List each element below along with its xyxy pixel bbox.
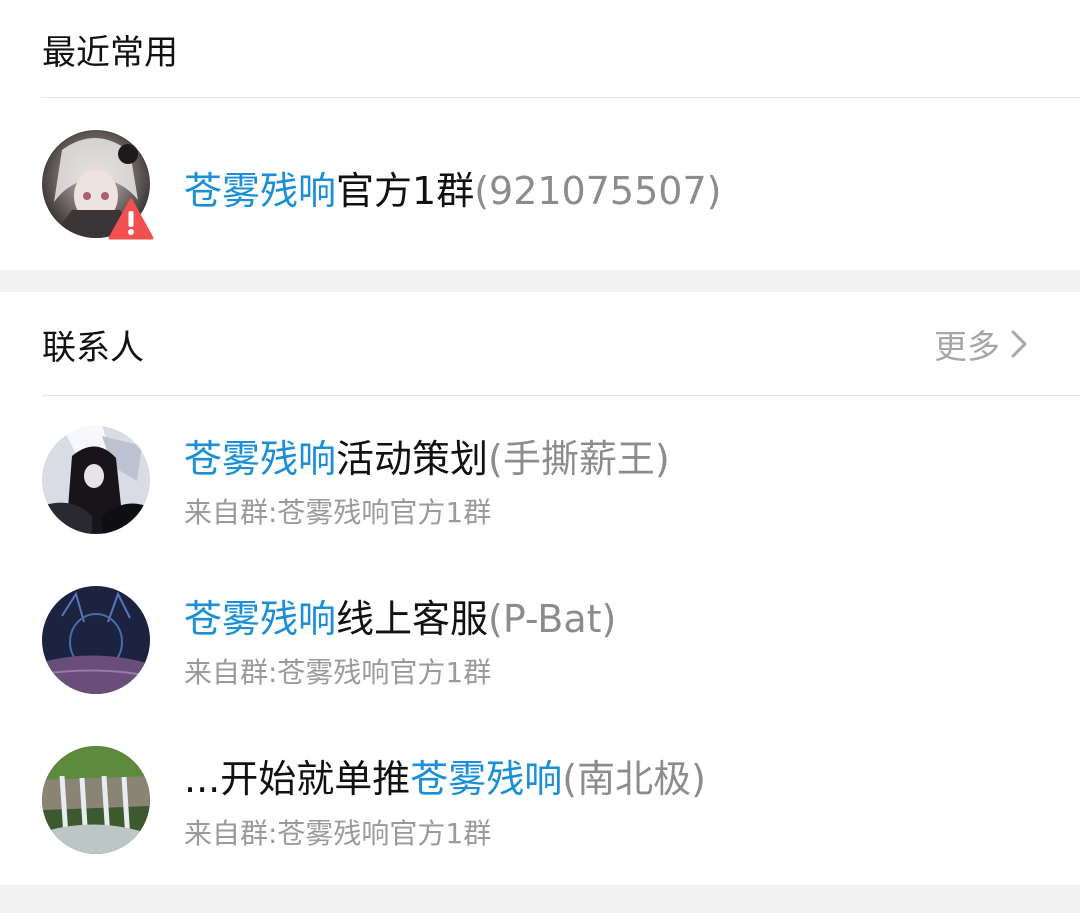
more-button[interactable]: 更多 [934, 320, 1028, 368]
warning-icon [108, 198, 154, 240]
contact-nickname: (南北极) [562, 757, 706, 801]
name-rest: 官方1群 [336, 169, 475, 213]
recent-title: 最近常用 [42, 32, 178, 73]
contact-source: 来自群:苍雾残响官方1群 [184, 817, 492, 850]
name-highlight: 苍雾残响 [184, 597, 337, 641]
contact-name: 苍雾残响线上客服(P-Bat) [184, 588, 616, 643]
section-divider [0, 270, 1080, 292]
contact-source: 来自群:苍雾残响官方1群 [184, 496, 492, 529]
recent-header: 最近常用 [0, 0, 1080, 98]
contact-avatar [42, 586, 150, 694]
group-avatar [42, 130, 154, 240]
contact-item[interactable]: ...开始就单推苍雾残响(南北极) 来自群:苍雾残响官方1群 [0, 720, 1080, 885]
name-rest: 活动策划 [336, 437, 489, 481]
contact-name: ...开始就单推苍雾残响(南北极) [184, 748, 706, 803]
group-id: (921075507) [474, 169, 722, 213]
contact-nickname: (手撕薪王) [488, 437, 670, 481]
contact-avatar [42, 426, 150, 534]
contact-name: 苍雾残响活动策划(手撕薪王) [184, 428, 670, 483]
contacts-title: 联系人 [42, 327, 144, 368]
contacts-section: 联系人 更多 苍雾残响活动策划(手撕薪王) 来自群:苍雾残响官方1群 苍雾残响线… [0, 292, 1080, 885]
name-rest: 线上客服 [336, 597, 489, 641]
contacts-header: 联系人 更多 [0, 292, 1080, 396]
chevron-right-icon [1011, 330, 1027, 358]
recent-section: 最近常用 苍雾残响官方1群(921075507) [0, 0, 1080, 270]
recent-group-item[interactable]: 苍雾残响官方1群(921075507) [0, 98, 1080, 270]
more-label: 更多 [934, 327, 1000, 366]
group-name: 苍雾残响官方1群(921075507) [184, 160, 721, 215]
contact-item[interactable]: 苍雾残响线上客服(P-Bat) 来自群:苍雾残响官方1群 [0, 558, 1080, 720]
name-highlight: 苍雾残响 [184, 169, 337, 213]
name-highlight: 苍雾残响 [410, 757, 563, 801]
contact-source: 来自群:苍雾残响官方1群 [184, 656, 492, 689]
contact-nickname: (P-Bat) [488, 597, 617, 641]
name-prefix: ...开始就单推 [184, 757, 411, 801]
contact-item[interactable]: 苍雾残响活动策划(手撕薪王) 来自群:苍雾残响官方1群 [0, 396, 1080, 558]
name-highlight: 苍雾残响 [184, 437, 337, 481]
contact-avatar [42, 746, 150, 854]
